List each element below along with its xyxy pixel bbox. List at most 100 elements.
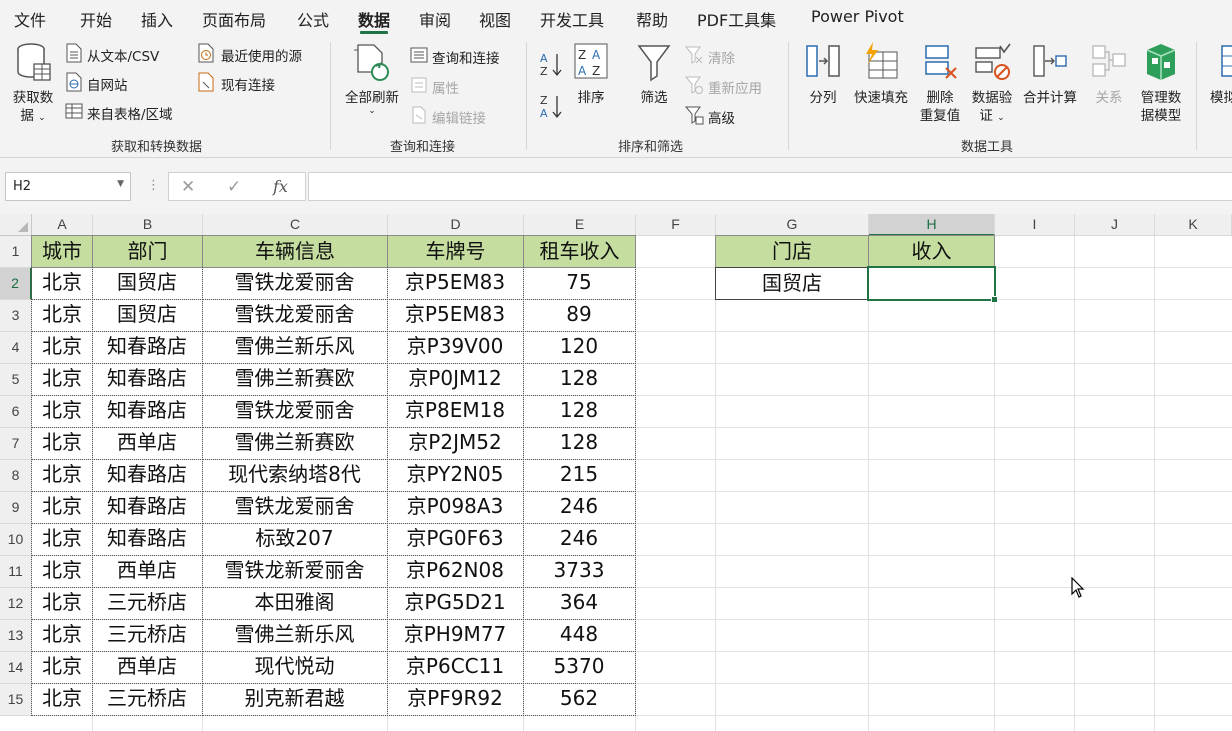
table-cell[interactable]: 知春路店	[92, 459, 203, 492]
table-cell[interactable]: 国贸店	[92, 267, 203, 300]
from-web-button[interactable]: 自网站	[65, 72, 195, 94]
tab-view[interactable]: 视图	[479, 7, 511, 30]
table-cell[interactable]: 北京	[31, 363, 93, 396]
enter-check-icon[interactable]: ✓	[227, 177, 241, 197]
table-cell[interactable]: 知春路店	[92, 523, 203, 556]
table-cell[interactable]: 89	[523, 299, 636, 332]
table-cell[interactable]: 京P098A3	[387, 491, 524, 524]
select-all-corner[interactable]	[0, 214, 32, 236]
flash-fill-button[interactable]: 快速填充	[848, 42, 914, 122]
tab-pdf-tools[interactable]: PDF工具集	[697, 7, 776, 30]
column-header-g[interactable]: G	[716, 214, 869, 236]
remove-duplicates-button[interactable]: 删除 重复值	[914, 42, 966, 132]
table-cell[interactable]: 75	[523, 267, 636, 300]
column-header-h[interactable]: H	[869, 214, 995, 236]
table-cell[interactable]: 京PH9M77	[387, 619, 524, 652]
tab-page-layout[interactable]: 页面布局	[202, 7, 266, 30]
table-cell[interactable]: 京P5EM83	[387, 299, 524, 332]
table-cell[interactable]: 西单店	[92, 555, 203, 588]
table-cell[interactable]: 京P2JM52	[387, 427, 524, 460]
row-header-14[interactable]: 14	[0, 652, 32, 684]
row-header-7[interactable]: 7	[0, 428, 32, 460]
tab-file[interactable]: 文件	[14, 7, 46, 30]
recent-sources-button[interactable]: 最近使用的源	[197, 43, 317, 65]
table-cell[interactable]: 128	[523, 395, 636, 428]
table-cell[interactable]: 本田雅阁	[202, 587, 388, 620]
table-cell[interactable]: 北京	[31, 395, 93, 428]
table-cell[interactable]: 京P8EM18	[387, 395, 524, 428]
table-cell[interactable]: 京P0JM12	[387, 363, 524, 396]
table-header-cell[interactable]: 城市	[31, 235, 93, 268]
row-header-6[interactable]: 6	[0, 396, 32, 428]
table-cell[interactable]: 京PG0F63	[387, 523, 524, 556]
table-cell[interactable]: 北京	[31, 523, 93, 556]
table-cell[interactable]: 知春路店	[92, 395, 203, 428]
table-cell[interactable]: 三元桥店	[92, 683, 203, 716]
table-cell[interactable]: 标致207	[202, 523, 388, 556]
table-header-cell[interactable]: 租车收入	[523, 235, 636, 268]
table-cell[interactable]: 雪铁龙爱丽舍	[202, 267, 388, 300]
table-cell[interactable]: 现代索纳塔8代	[202, 459, 388, 492]
edit-links-button[interactable]: 编辑链接	[410, 106, 520, 127]
from-table-range-button[interactable]: 来自表格/区域	[65, 102, 195, 123]
name-box-dropdown-icon[interactable]: ▼	[117, 179, 124, 189]
row-header-8[interactable]: 8	[0, 460, 32, 492]
column-header-f[interactable]: F	[636, 214, 716, 236]
get-data-button[interactable]: 获取数 据 ⌄	[6, 42, 60, 124]
table-cell[interactable]: 北京	[31, 683, 93, 716]
table-cell[interactable]: 北京	[31, 427, 93, 460]
table-header-cell[interactable]: 部门	[92, 235, 203, 268]
name-box[interactable]: H2 ▼	[5, 172, 131, 201]
table-cell[interactable]: 128	[523, 427, 636, 460]
table-cell[interactable]: 雪佛兰新乐风	[202, 619, 388, 652]
table-cell[interactable]: 北京	[31, 555, 93, 588]
table-cell[interactable]: 雪佛兰新乐风	[202, 331, 388, 364]
table-header-cell[interactable]: 车辆信息	[202, 235, 388, 268]
row-header-5[interactable]: 5	[0, 364, 32, 396]
tab-insert[interactable]: 插入	[141, 7, 173, 30]
table-cell[interactable]: 京P6CC11	[387, 651, 524, 684]
row-header-1[interactable]: 1	[0, 236, 32, 268]
row-header-13[interactable]: 13	[0, 620, 32, 652]
sort-button[interactable]: ZAAZ 排序	[570, 42, 612, 122]
table-cell[interactable]: 北京	[31, 459, 93, 492]
table-cell[interactable]: 别克新君越	[202, 683, 388, 716]
row-header-4[interactable]: 4	[0, 332, 32, 364]
table-cell[interactable]: 北京	[31, 619, 93, 652]
table-cell[interactable]: 三元桥店	[92, 619, 203, 652]
table-cell[interactable]: 北京	[31, 299, 93, 332]
table-cell[interactable]: 北京	[31, 651, 93, 684]
table-cell[interactable]: 现代悦动	[202, 651, 388, 684]
lookup-header-store[interactable]: 门店	[715, 235, 869, 268]
column-header-c[interactable]: C	[203, 214, 388, 236]
properties-button[interactable]: 属性	[410, 76, 520, 97]
row-header-9[interactable]: 9	[0, 492, 32, 524]
table-cell[interactable]: 西单店	[92, 651, 203, 684]
column-header-i[interactable]: I	[995, 214, 1075, 236]
tab-power-pivot[interactable]: Power Pivot	[811, 7, 904, 29]
table-cell[interactable]: 知春路店	[92, 331, 203, 364]
table-cell[interactable]: 雪铁龙爱丽舍	[202, 395, 388, 428]
column-header-b[interactable]: B	[93, 214, 203, 236]
row-header-12[interactable]: 12	[0, 588, 32, 620]
table-cell[interactable]: 国贸店	[92, 299, 203, 332]
row-header-15[interactable]: 15	[0, 684, 32, 716]
cancel-icon[interactable]: ✕	[181, 177, 195, 197]
data-validation-button[interactable]: 数据验 证 ⌄	[966, 42, 1018, 132]
table-cell[interactable]: 北京	[31, 587, 93, 620]
table-cell[interactable]: 雪铁龙爱丽舍	[202, 491, 388, 524]
tab-home[interactable]: 开始	[80, 7, 112, 30]
row-header-2[interactable]: 2	[0, 268, 32, 300]
sort-descending-button[interactable]: ZA	[538, 92, 564, 120]
column-header-a[interactable]: A	[32, 214, 93, 236]
table-cell[interactable]: 128	[523, 363, 636, 396]
queries-connections-button[interactable]: 查询和连接	[410, 46, 520, 67]
consolidate-button[interactable]: 合并计算	[1018, 42, 1082, 122]
text-to-columns-button[interactable]: 分列	[800, 42, 846, 122]
table-cell[interactable]: 246	[523, 491, 636, 524]
row-header-3[interactable]: 3	[0, 300, 32, 332]
tab-developer[interactable]: 开发工具	[540, 7, 604, 30]
lookup-store-cell[interactable]: 国贸店	[715, 267, 869, 300]
insert-function-icon[interactable]: fx	[273, 177, 288, 196]
table-cell[interactable]: 京PG5D21	[387, 587, 524, 620]
